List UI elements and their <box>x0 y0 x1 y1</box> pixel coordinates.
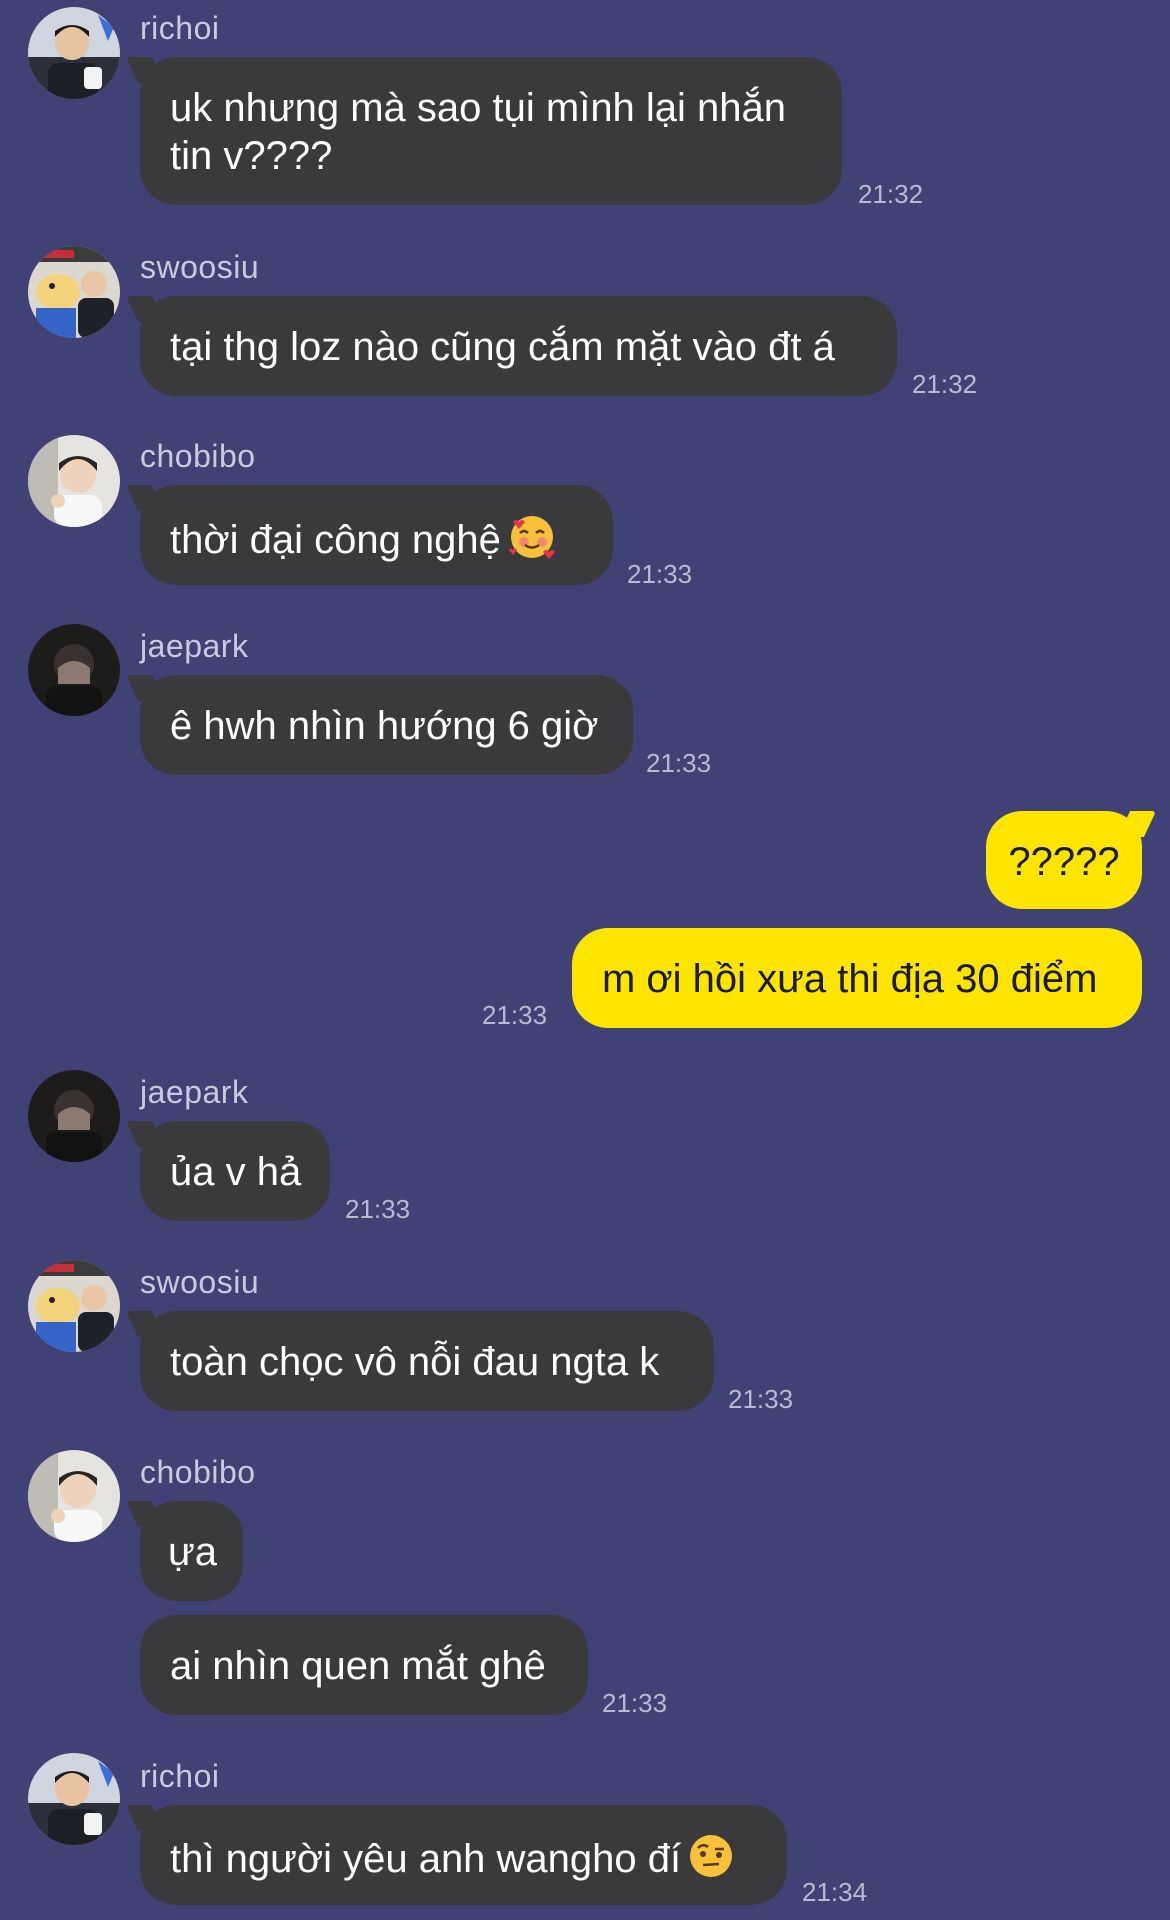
message-bubble[interactable]: ựa <box>140 1501 243 1601</box>
avatar-swoosiu[interactable] <box>28 246 120 338</box>
avatar-richoi[interactable] <box>28 7 120 99</box>
face-with-raised-eyebrow-icon <box>687 1832 735 1891</box>
sender-name: swoosiu <box>140 249 260 285</box>
avatar-chobibo[interactable] <box>28 435 120 527</box>
message-bubble[interactable]: thời đại công nghệ <box>140 485 613 585</box>
message-text: ủa v hả <box>170 1150 302 1194</box>
message-timestamp: 21:33 <box>602 1688 668 1718</box>
avatar-chobibo[interactable] <box>28 1450 120 1542</box>
avatar-jaepark[interactable] <box>28 624 120 716</box>
sender-name: jaepark <box>140 1074 249 1110</box>
sender-name: jaepark <box>140 628 249 664</box>
message-bubble[interactable]: toàn chọc vô nỗi đau ngta k <box>140 1311 714 1411</box>
my-message-bubble[interactable]: m ơi hồi xưa thi địa 30 điểm <box>572 928 1142 1028</box>
message-text: ai nhìn quen mắt ghê <box>170 1644 546 1688</box>
message-text: thì người yêu anh wangho đí <box>170 1837 682 1882</box>
message-text: toàn chọc vô nỗi đau ngta k <box>170 1340 660 1384</box>
avatar-jaepark[interactable] <box>28 1070 120 1162</box>
sender-name: chobibo <box>140 1454 256 1490</box>
message-text: tại thg loz nào cũng cắm mặt vào đt á <box>170 325 835 369</box>
sender-name: richoi <box>140 1758 220 1794</box>
message-text: uk nhưng mà sao tụi mình lại nhắn tin v?… <box>170 86 787 178</box>
message-timestamp: 21:33 <box>345 1194 411 1224</box>
sender-name: swoosiu <box>140 1264 260 1300</box>
message-bubble[interactable]: thì người yêu anh wangho đí <box>140 1805 787 1905</box>
message-text: thời đại công nghệ <box>170 518 501 563</box>
message-text: ê hwh nhìn hướng 6 giờ <box>170 704 599 748</box>
message-text: ựa <box>168 1530 218 1574</box>
message-timestamp: 21:32 <box>912 369 978 399</box>
message-timestamp: 21:33 <box>627 559 693 589</box>
sender-name: chobibo <box>140 438 256 474</box>
sender-name: richoi <box>140 10 220 46</box>
smiling-face-with-hearts-icon <box>507 512 557 573</box>
message-text: m ơi hồi xưa thi địa 30 điểm <box>602 957 1098 1001</box>
avatar-swoosiu[interactable] <box>28 1260 120 1352</box>
message-bubble[interactable]: ê hwh nhìn hướng 6 giờ <box>140 675 633 775</box>
message-bubble[interactable]: tại thg loz nào cũng cắm mặt vào đt á <box>140 296 897 396</box>
message-timestamp: 21:32 <box>858 179 924 209</box>
message-timestamp: 21:33 <box>646 748 712 778</box>
message-timestamp: 21:34 <box>802 1877 868 1907</box>
message-bubble[interactable]: ủa v hả <box>140 1121 330 1221</box>
my-message-bubble[interactable]: ????? <box>986 811 1142 909</box>
message-timestamp: 21:33 <box>728 1384 794 1414</box>
message-bubble[interactable]: uk nhưng mà sao tụi mình lại nhắn tin v?… <box>140 57 842 205</box>
message-text: ????? <box>1008 840 1120 884</box>
avatar-richoi[interactable] <box>28 1753 120 1845</box>
chat-message-list[interactable]: richoi uk nhưng mà sao tụi mình lại nhắn… <box>0 0 1170 1920</box>
message-bubble[interactable]: ai nhìn quen mắt ghê <box>140 1615 588 1715</box>
message-timestamp: 21:33 <box>482 1000 548 1030</box>
